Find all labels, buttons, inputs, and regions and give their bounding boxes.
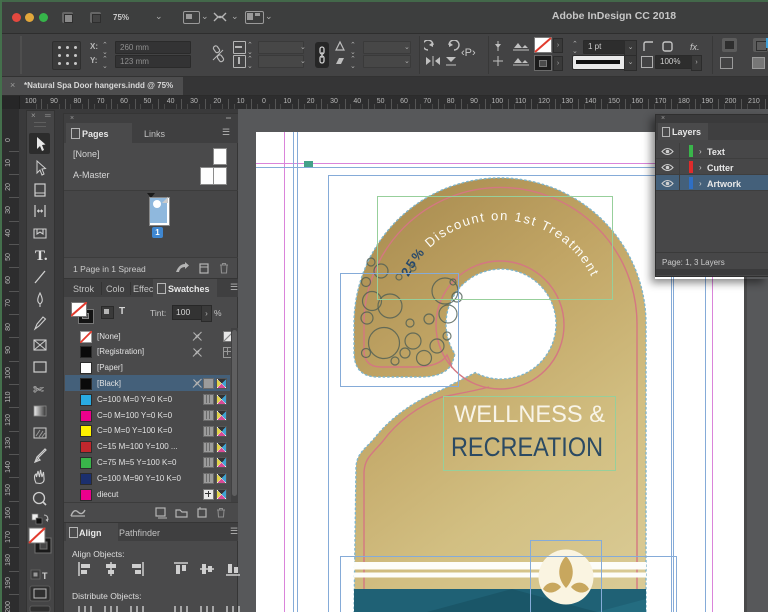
svg-text:✄: ✄: [33, 382, 44, 397]
svg-text:WELLNESS &: WELLNESS &: [454, 401, 605, 428]
svg-text:RECREATION: RECREATION: [451, 432, 603, 462]
svg-text:T: T: [42, 571, 48, 581]
svg-text:T.: T.: [35, 248, 48, 264]
